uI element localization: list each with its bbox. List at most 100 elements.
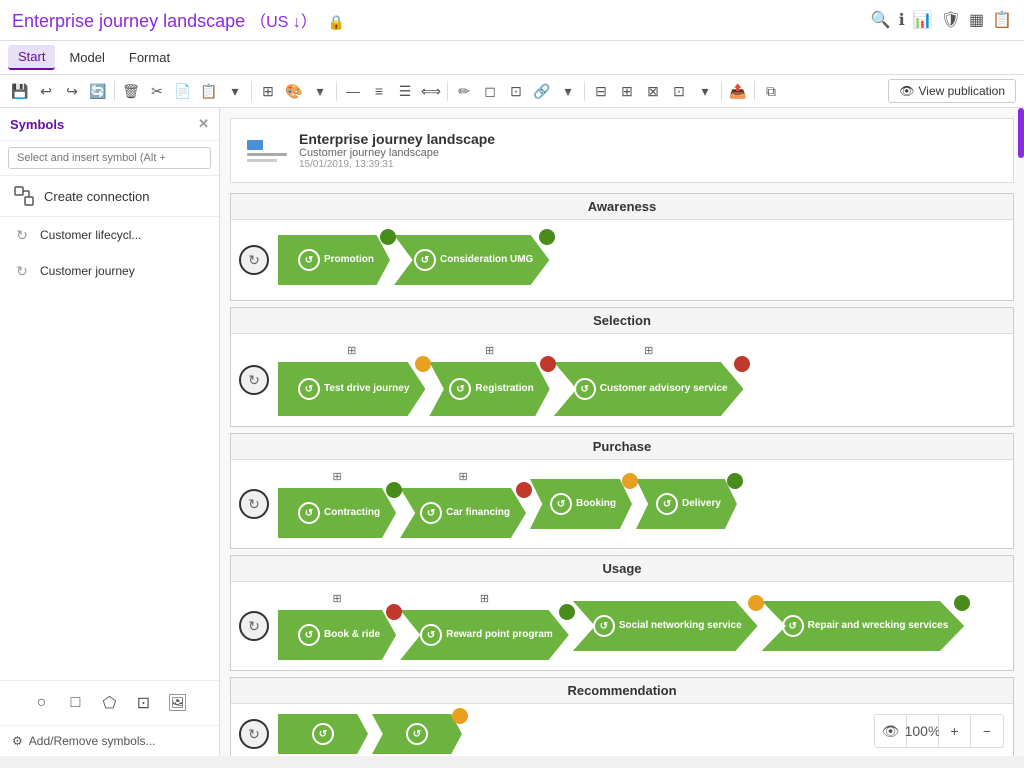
selection-row: ↻ ⊞ ↺ Test drive journey [231,334,1013,426]
booking-label: Booking [576,498,616,510]
registration-item[interactable]: ⊞ ↺ Registration [429,362,549,416]
save-button[interactable]: 💾 [8,79,32,103]
line-color-button[interactable]: — [341,79,365,103]
promotion-inner-icon: ↺ [298,249,320,271]
layout-button[interactable]: ⊠ [641,79,665,103]
image-shape-btn[interactable]: 🖼 [164,689,192,717]
paste-button[interactable]: 📋 [197,79,221,103]
view-publication-button[interactable]: 👁 View publication [888,79,1016,103]
promotion-label: Promotion [324,254,374,266]
bookride-item[interactable]: ⊞ ↺ Book & ride [278,610,396,660]
promotion-item[interactable]: ↺ Promotion [278,235,390,285]
delivery-item[interactable]: ↺ Delivery [636,479,737,529]
sidebar-item-journey[interactable]: ↻ Customer journey [0,253,219,289]
cut-button[interactable]: ✂ [145,79,169,103]
rec-dot2 [452,708,468,724]
add-symbols-item[interactable]: ⚙ Add/Remove symbols... [0,726,219,756]
zoom-level-button[interactable]: 100% [907,715,939,747]
square-shape-btn[interactable]: □ [62,689,90,717]
delete-button[interactable]: 🗑 [119,79,143,103]
layers-button[interactable]: ⧉ [759,79,783,103]
arrange-button[interactable]: ⊡ [667,79,691,103]
advisory-item[interactable]: ⊞ ↺ Customer advisory service [554,362,744,416]
carfinancing-inner-icon: ↺ [420,502,442,524]
bookride-inner-icon: ↺ [298,624,320,646]
carfinancing-item[interactable]: ⊞ ↺ Car financing [400,488,526,538]
social-chevron: ↺ Social networking service [573,601,758,651]
contracting-item[interactable]: ⊞ ↺ Contracting [278,488,396,538]
reward-item[interactable]: ⊞ ↺ Reward point program [400,610,569,660]
section-purchase: Purchase ↻ ⊞ ↺ Contracting [230,433,1014,549]
testdrive-item[interactable]: ⊞ ↺ Test drive journey [278,362,425,416]
search-icon[interactable]: 🔍 [871,10,891,30]
link-button[interactable]: 🔗 [530,79,554,103]
chart-icon[interactable]: 📊 [913,10,933,30]
menu-format[interactable]: Format [119,46,180,69]
circle-shape-btn[interactable]: ○ [28,689,56,717]
contracting-top-icon: ⊞ [332,470,341,483]
table-button[interactable]: ⊞ [615,79,639,103]
rec-item2[interactable]: ↺ [372,714,462,754]
repair-item[interactable]: ↺ Repair and wrecking services [762,601,965,651]
link-dropdown[interactable]: ▾ [556,79,580,103]
rec-item1[interactable]: ↺ [278,714,368,754]
sidebar-search-area [0,141,219,176]
registration-chevron: ↺ Registration [429,362,549,416]
crop-shape-btn[interactable]: ⊡ [130,689,158,717]
frame-button[interactable]: ⊞ [256,79,280,103]
copy-icon[interactable]: 📋 [992,10,1012,30]
social-item[interactable]: ↺ Social networking service [573,601,758,651]
doc-header-text: Enterprise journey landscape Customer jo… [299,131,495,170]
connect-button[interactable]: ⟺ [419,79,443,103]
consideration-chevron: ↺ Consideration UMG [394,235,549,285]
awareness-cycle-icon: ↻ [239,245,269,275]
zoom-in-button[interactable]: + [939,715,971,747]
page-title: Enterprise journey landscape （US ↓） 🔒 [12,8,345,32]
grid-icon[interactable]: ▦ [969,10,984,30]
back-button[interactable]: ↩ [34,79,58,103]
pentagon-shape-btn[interactable]: ⬠ [96,689,124,717]
recommendation-cycle-icon: ↻ [239,719,269,749]
registration-status-dot [540,356,556,372]
create-connection-item[interactable]: Create connection [0,176,219,217]
align-button[interactable]: ☰ [393,79,417,103]
menu-start[interactable]: Start [8,45,55,70]
edit-button[interactable]: ✏ [452,79,476,103]
forward-button[interactable]: ↪ [60,79,84,103]
booking-item[interactable]: ↺ Booking [530,479,632,529]
eye-button[interactable]: 👁 [875,715,907,747]
reward-inner-icon: ↺ [420,624,442,646]
sep6 [721,81,722,101]
close-icon[interactable]: ✕ [198,116,209,132]
info-icon[interactable]: ℹ [899,10,905,30]
fill-dropdown[interactable]: ▾ [308,79,332,103]
shield-icon[interactable]: 🛡 [941,10,961,30]
shape-button[interactable]: ◻ [478,79,502,103]
repair-inner-icon: ↺ [782,615,804,637]
sidebar-item-journey-label: Customer journey [40,264,135,278]
zoom-out-button[interactable]: − [971,715,1003,747]
advisory-label: Customer advisory service [600,383,728,395]
refresh-icon-2: ↻ [12,261,32,281]
doc-date: 15/01/2019, 13:39:31 [299,159,495,170]
canvas-area[interactable]: Enterprise journey landscape Customer jo… [220,108,1024,756]
copy-button[interactable]: 📄 [171,79,195,103]
sidebar-item-lifecycle[interactable]: ↻ Customer lifecycl... [0,217,219,253]
menu-model[interactable]: Model [59,46,114,69]
paste-dropdown[interactable]: ▾ [223,79,247,103]
line-style-button[interactable]: ≡ [367,79,391,103]
doc-header: Enterprise journey landscape Customer jo… [230,118,1014,183]
fill-color-button[interactable]: 🎨 [282,79,306,103]
publish-button[interactable]: 📤 [726,79,750,103]
delivery-status-dot [727,473,743,489]
swimlane-button[interactable]: ⊟ [589,79,613,103]
refresh-icon-1: ↻ [12,225,32,245]
container-button[interactable]: ⊡ [504,79,528,103]
refresh-button[interactable]: 🔄 [86,79,110,103]
promotion-status-dot [380,229,396,245]
search-input[interactable] [8,147,211,169]
booking-chevron: ↺ Booking [530,479,632,529]
consideration-item[interactable]: ↺ Consideration UMG [394,235,549,285]
arrange-dropdown[interactable]: ▾ [693,79,717,103]
bookride-chevron: ↺ Book & ride [278,610,396,660]
